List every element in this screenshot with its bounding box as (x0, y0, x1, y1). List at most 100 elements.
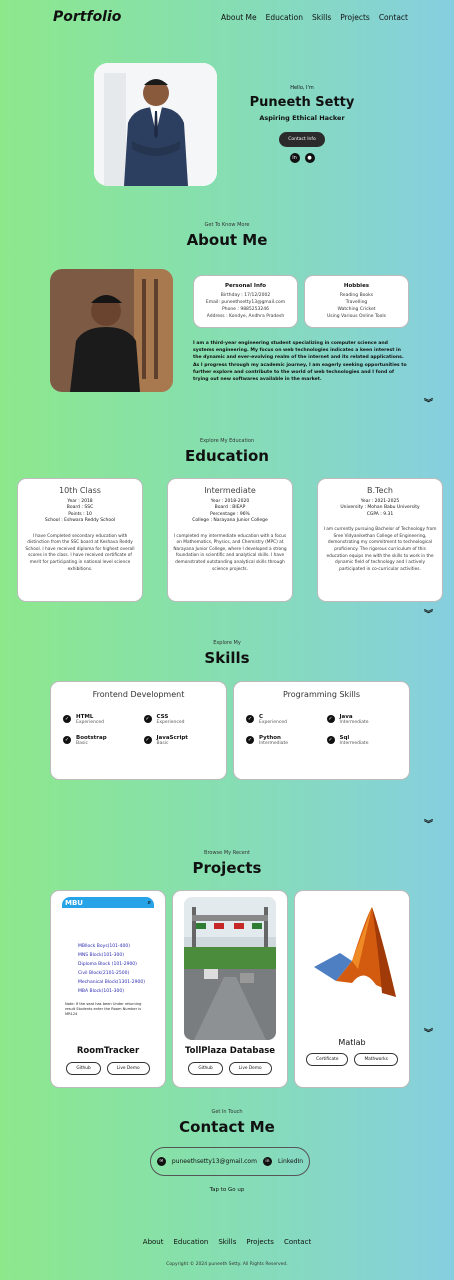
hobbies-card: Hobbies Reading Books Travelling Watchin… (304, 275, 409, 328)
project-name: TollPlaza Database (184, 1046, 276, 1056)
footer-nav-education[interactable]: Education (174, 1238, 209, 1246)
top-nav: About Me Education Skills Projects Conta… (221, 13, 408, 22)
preview-link: MNS Block(101-300) (78, 953, 125, 958)
scroll-down-icon[interactable]: ︾ (424, 1026, 433, 1039)
scroll-down-icon[interactable]: ︾ (424, 817, 433, 830)
skill-group-title: Frontend Development (92, 690, 185, 699)
nav-projects[interactable]: Projects (340, 13, 370, 22)
check-icon: ✓ (246, 715, 254, 723)
check-icon: ✓ (326, 736, 335, 744)
site-logo[interactable]: Portfolio (53, 9, 121, 25)
nav-skills[interactable]: Skills (312, 13, 331, 22)
tollplaza-preview (184, 897, 276, 1040)
contact-subtitle: Get In Touch (211, 1109, 243, 1115)
skill-item: ✓ JavaScript Basic (143, 735, 215, 746)
footer-nav: About Education Skills Projects Contact (0, 1238, 454, 1246)
about-paragraph: I am a third-year engineering student sp… (193, 341, 407, 383)
scroll-down-icon[interactable]: ︾ (424, 396, 433, 409)
contact-links: ✉ puneethsetty13@gmail.com in LinkedIn (150, 1147, 310, 1176)
preview-link: MBA Block(101-300) (78, 989, 124, 994)
contact-title: Contact Me (179, 1118, 275, 1136)
skill-level: Experienced (156, 720, 185, 725)
preview-link: Mechanical Block(1301-2900) (78, 980, 145, 985)
preview-link: MBIlock Boys(101-400) (78, 944, 130, 949)
preview-brand: MBU (65, 898, 83, 907)
skill-level: Intermediate (259, 741, 289, 746)
check-icon: ✓ (63, 715, 71, 723)
nav-contact[interactable]: Contact (379, 13, 408, 22)
scroll-down-icon[interactable]: ︾ (424, 607, 433, 620)
live-demo-button[interactable]: Live Demo (228, 1062, 272, 1075)
edu-college: College : Narayana Junior College (192, 518, 268, 524)
preview-links: MBIlock Boys(101-400) MNS Block(101-300)… (62, 908, 154, 996)
project-name: RoomTracker (76, 1046, 140, 1056)
linkedin-icon: in (262, 1157, 272, 1166)
skill-item: ✓ Python Intermediate (246, 735, 317, 746)
preview-note: Note: If the seat has been Under returni… (65, 1002, 142, 1016)
hero-greeting: Hello, I'm (290, 85, 314, 91)
skill-level: Basic (76, 741, 88, 746)
skill-item: ✓ C Experienced (246, 714, 317, 725)
edu-school: School : Eshwara Reddy School (44, 518, 116, 524)
github-button[interactable]: Github (188, 1062, 223, 1075)
education-card-10th: 10th Class Year : 2018 Board : SSC Point… (17, 478, 143, 602)
skill-item: ✓ Bootstrap Basic (63, 735, 134, 746)
personal-info-card: Personal Info Birthday : 17/12/2002 Emai… (193, 275, 298, 328)
github-icon[interactable]: ● (304, 153, 315, 163)
check-icon: ✓ (326, 715, 335, 723)
skill-item: ✓ Java Intermediate (326, 714, 398, 725)
hero-name: Puneeth Setty (249, 95, 355, 110)
contact-email[interactable]: puneethsetty13@gmail.com (172, 1158, 257, 1165)
check-icon: ✓ (246, 736, 254, 744)
edu-description: I am currently pursuing Bachelor of Tech… (323, 527, 437, 572)
live-demo-button[interactable]: Live Demo (106, 1062, 150, 1075)
skills-title: Skills (204, 649, 250, 667)
nav-education[interactable]: Education (266, 13, 303, 22)
skill-level: Experienced (259, 720, 287, 725)
footer-nav-projects[interactable]: Projects (246, 1238, 274, 1246)
skill-item: ✓ Sql Intermediate (326, 735, 398, 746)
skill-level: Experienced (76, 720, 104, 725)
birthday: Birthday : 17/12/2002 (220, 293, 271, 298)
skill-item: ✓ CSS Experienced (143, 714, 215, 725)
project-card-matlab: Matlab Certificate Mathworks (294, 890, 410, 1088)
hero-tagline: Aspiring Ethical Hacker (259, 114, 345, 122)
contact-linkedin[interactable]: LinkedIn (278, 1158, 303, 1165)
about-title: About Me (186, 231, 268, 249)
contact-info-button[interactable]: Contact Info (279, 132, 325, 147)
mathworks-button[interactable]: Mathworks (354, 1053, 398, 1066)
preview-link: Civil Block(2101-2500) (78, 971, 130, 976)
phone: Phone : 9885253246 (222, 307, 269, 312)
projects-title: Projects (192, 859, 262, 877)
skill-item: ✓ HTML Experienced (63, 714, 134, 725)
hobby-item: Reading Books (339, 293, 374, 298)
projects-subtitle: Browse My Recent (204, 850, 250, 856)
profile-photo (94, 63, 217, 186)
hobby-item: Using Various Online Tools (326, 314, 387, 319)
footer-nav-skills[interactable]: Skills (218, 1238, 236, 1246)
project-card-roomtracker: MBU ⌕ MBIlock Boys(101-400) MNS Block(10… (50, 890, 166, 1088)
certificate-button[interactable]: Certificate (306, 1053, 349, 1066)
hero-intro: Hello, I'm Puneeth Setty Aspiring Ethica… (240, 85, 364, 163)
footer-nav-contact[interactable]: Contact (284, 1238, 311, 1246)
search-icon: ⌕ (147, 898, 151, 906)
linkedin-icon[interactable]: in (289, 153, 300, 163)
about-photo (50, 269, 173, 392)
project-card-tollplaza: TollPlaza Database Github Live Demo (172, 890, 288, 1088)
address: Address : Kondye, Andhra Pradesh (206, 314, 285, 319)
github-button[interactable]: Github (66, 1062, 101, 1075)
about-subtitle: Get To Know More (204, 222, 250, 228)
skill-level: Basic (156, 741, 169, 746)
check-icon: ✓ (143, 736, 152, 744)
email: Email: puneethsetty13@gmail.com (205, 300, 286, 305)
edu-description: I completed my intermediate education wi… (173, 533, 287, 572)
skill-level: Intermediate (339, 720, 369, 725)
email-icon: ✉ (156, 1157, 166, 1166)
skills-subtitle: Explore My (213, 640, 241, 646)
check-icon: ✓ (63, 736, 71, 744)
footer-nav-about[interactable]: About (143, 1238, 164, 1246)
matlab-logo (306, 897, 398, 1040)
education-card-intermediate: Intermediate Year : 2018-2020 Board : BI… (167, 478, 293, 602)
back-to-top-link[interactable]: Tap to Go up (0, 1187, 454, 1193)
nav-about[interactable]: About Me (221, 13, 257, 22)
